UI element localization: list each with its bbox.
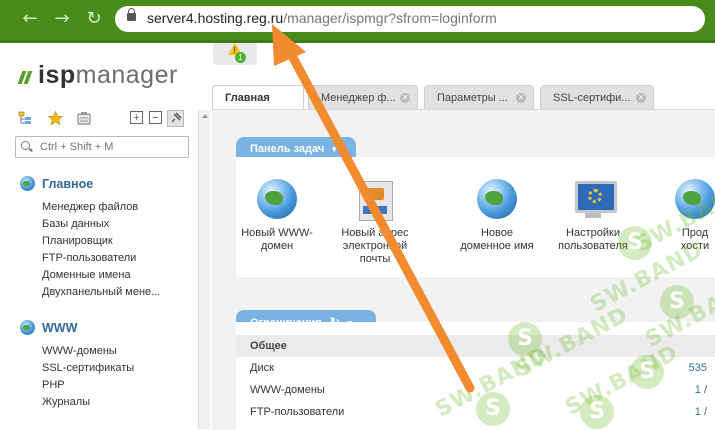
globe-icon (20, 176, 35, 191)
notification-badge: 1 (235, 52, 246, 63)
sidebar-section-title[interactable]: WWW (20, 320, 134, 335)
tab-main[interactable]: Главная (212, 85, 304, 110)
browser-toolbar: ← → ↻ server4.hosting.reg.ru/manager/isp… (0, 0, 715, 43)
tab-ssl-certificates[interactable]: SSL-сертифи... ✕ (540, 85, 654, 109)
sidebar-item-logs[interactable]: Журналы (42, 394, 134, 411)
watermark-logo: S (580, 395, 614, 429)
sidebar-item-ssl-certificates[interactable]: SSL-сертификаты (42, 360, 134, 377)
sidebar-item-databases[interactable]: Базы данных (42, 216, 160, 233)
sidebar-item-ftp-users[interactable]: FTP-пользователи (42, 250, 160, 267)
tab-file-manager[interactable]: Менеджер ф... ✕ (308, 85, 418, 109)
globe-icon (20, 320, 35, 335)
close-icon[interactable]: ✕ (400, 93, 410, 103)
scroll-up-icon[interactable] (202, 114, 208, 118)
chevron-down-icon: ▼ (330, 145, 339, 154)
reload-icon[interactable]: ↻ (84, 9, 104, 29)
watermark-logo: S (508, 322, 542, 356)
ispmanager-logo: ispmanager (17, 61, 178, 90)
globe-doc-icon (477, 179, 517, 219)
menu-search[interactable] (15, 136, 189, 158)
logo-mark-icon (17, 71, 34, 84)
watermark-logo: S (618, 226, 652, 260)
sidebar-item-php[interactable]: PHP (42, 377, 134, 394)
task-label: Новое доменное имя (460, 227, 534, 252)
forward-arrow-icon[interactable]: → (52, 9, 72, 29)
address-bar[interactable]: server4.hosting.reg.ru/manager/ispmgr?sf… (115, 6, 705, 32)
watermark-logo: S (476, 392, 510, 426)
lock-icon (127, 8, 136, 21)
globe-icon (257, 179, 297, 219)
task-new-domain-name[interactable]: Новое доменное имя (456, 177, 538, 253)
star-icon[interactable] (47, 110, 64, 126)
mailbox-icon (359, 181, 393, 221)
url-text: server4.hosting.reg.ru/manager/ispmgr?sf… (147, 10, 497, 26)
tab-parameters[interactable]: Параметры ... ✕ (424, 85, 534, 109)
pin-icon[interactable] (167, 110, 184, 127)
task-label: Новый WWW- домен (241, 227, 313, 252)
expand-all-icon[interactable]: + (130, 111, 143, 124)
close-icon[interactable]: ✕ (636, 93, 646, 103)
watermark-logo: S (660, 285, 694, 319)
task-label: Новый адрес электронной почты (341, 227, 409, 265)
monitor-stand (585, 213, 601, 218)
sidebar-item-file-manager[interactable]: Менеджер файлов (42, 199, 160, 216)
notifications-button[interactable]: ! 1 (213, 43, 257, 65)
task-new-www-domain[interactable]: Новый WWW- домен (236, 177, 318, 253)
sidebar-section-main: Главное Менеджер файлов Базы данных План… (20, 176, 160, 301)
sidebar-item-www-domains[interactable]: WWW-домены (42, 343, 134, 360)
watermark-logo: S (630, 355, 664, 389)
collapse-all-icon[interactable]: − (149, 111, 162, 124)
task-new-email-address[interactable]: Новый адрес электронной почты (334, 177, 416, 266)
sidebar-section-www: WWW WWW-домены SSL-сертификаты PHP Журна… (20, 320, 134, 411)
sidebar-section-title[interactable]: Главное (20, 176, 160, 191)
sidebar-item-scheduler[interactable]: Планировщик (42, 233, 160, 250)
left-panel: ispmanager + − Главное Менеджер файлов Б… (0, 43, 198, 429)
sidebar-item-dual-panel-manager[interactable]: Двухпанельный мене... (42, 284, 160, 301)
sidebar-item-domain-names[interactable]: Доменные имена (42, 267, 160, 284)
back-arrow-icon[interactable]: ← (20, 9, 40, 29)
tree-view-icon[interactable] (18, 111, 32, 125)
close-icon[interactable]: ✕ (516, 93, 526, 103)
task-panel: Новый WWW- домен Новый адрес электронной… (236, 157, 715, 277)
search-input[interactable] (38, 139, 187, 155)
monitor-settings-icon (575, 181, 617, 213)
search-icon (21, 141, 30, 150)
clipboard-icon[interactable] (77, 111, 91, 125)
